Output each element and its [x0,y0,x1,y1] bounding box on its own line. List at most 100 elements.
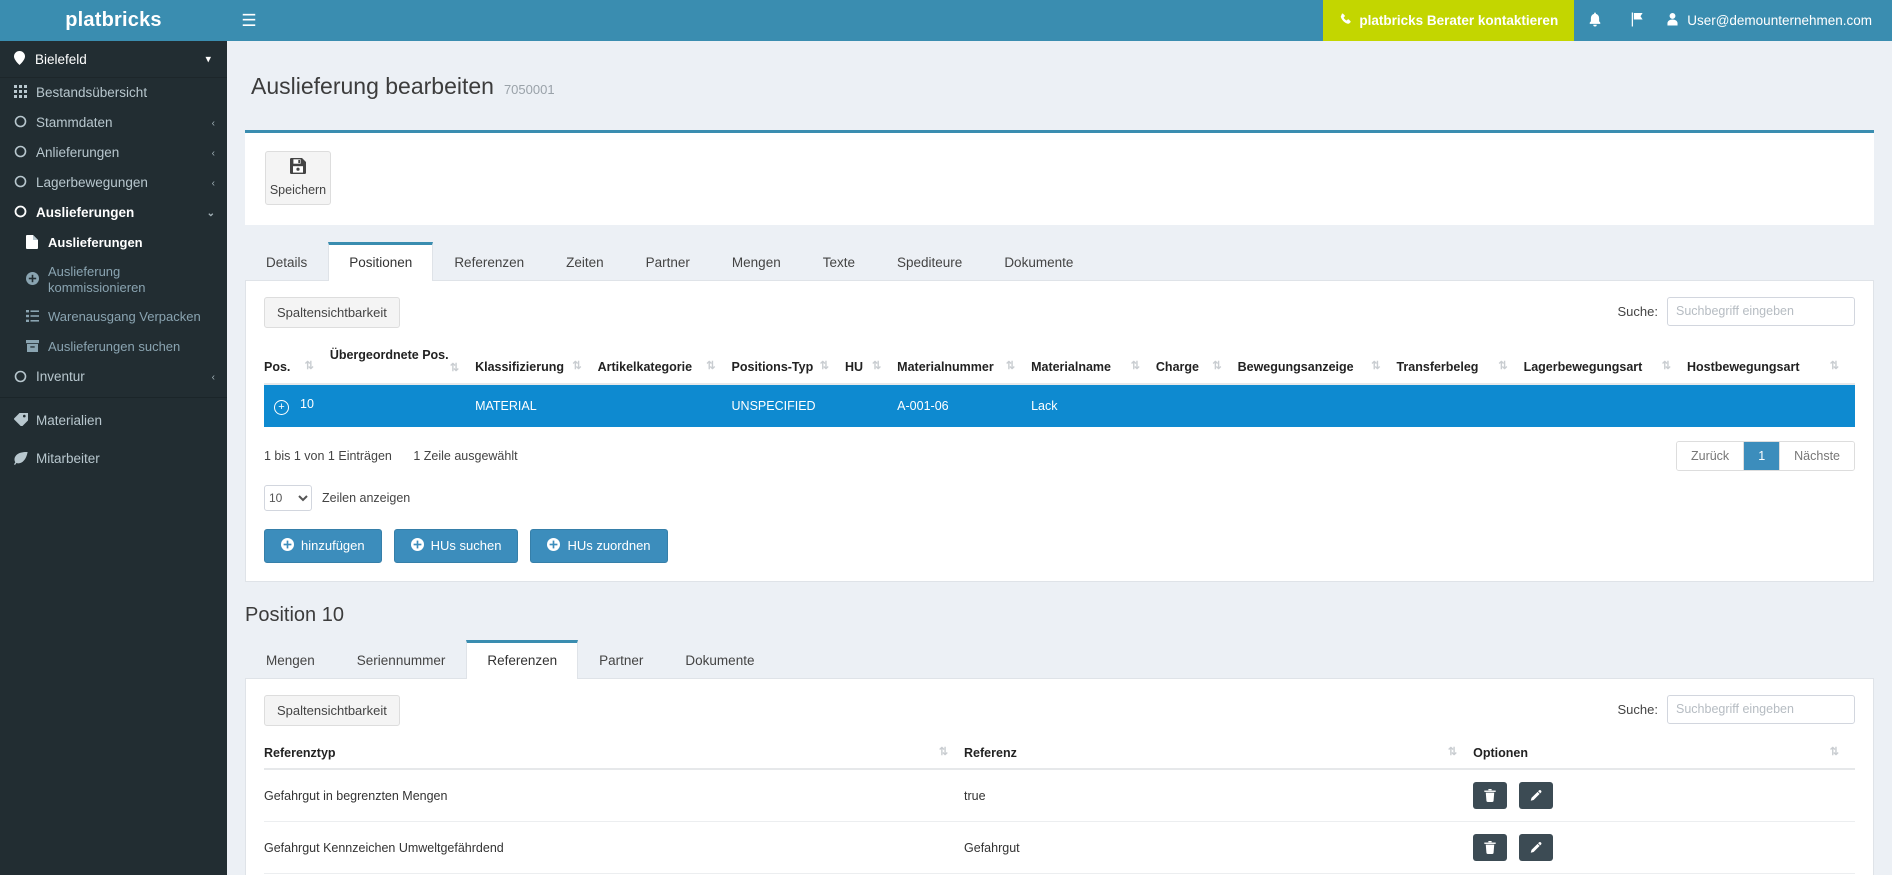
col-positions-typ-label: Positions-Typ [731,360,814,375]
positions-search-input[interactable] [1667,296,1855,326]
tab-zeiten[interactable]: Zeiten [545,242,625,281]
sidebar-subitem-label: Auslieferungen [48,234,143,250]
positions-pagination: Zurück 1 Nächste [1675,440,1855,471]
sidebar-subitem-auslieferungen[interactable]: Auslieferungen [0,228,227,258]
sidebar-item-materialien[interactable]: Materialien [0,402,227,441]
sidebar-item-stammdaten[interactable]: Stammdaten ‹ [0,108,227,138]
save-button[interactable]: Speichern [265,150,331,205]
delete-button[interactable] [1473,834,1508,862]
site-selector[interactable]: Bielefeld ▾ [0,41,227,78]
sidebar-subitem-label: Auslieferungen suchen [48,339,181,355]
pagination-page-1[interactable]: 1 [1744,441,1781,470]
col-klassifizierung-label: Klassifizierung [475,360,564,375]
sidebar-subitem-auslieferung-kommissionieren[interactable]: Auslieferung kommissionieren [0,258,227,303]
sidebar-item-anlieferungen[interactable]: Anlieferungen ‹ [0,138,227,168]
tab-position-seriennummer[interactable]: Seriennummer [336,640,467,679]
sidebar-item-auslieferungen[interactable]: Auslieferungen ⌄ [0,198,227,228]
col-klassifizierung[interactable]: Klassifizierung ⇅ [475,343,598,385]
tab-dokumente[interactable]: Dokumente [983,242,1094,281]
pagination-next[interactable]: Nächste [1780,441,1854,470]
col-optionen[interactable]: Optionen ⇅ [1473,741,1855,771]
tab-spediteure[interactable]: Spediteure [876,242,983,281]
app-root: platbricks Bielefeld ▾ Bestandsübersicht… [0,0,1892,875]
col-pos[interactable]: Pos. ⇅ [264,343,330,385]
search-hus-button[interactable]: HUs suchen [393,528,519,563]
sidebar-item-label: Auslieferungen [36,204,135,220]
positions-search: Suche: [1618,296,1855,326]
col-hu[interactable]: HU ⇅ [844,343,898,385]
expand-row-icon[interactable]: + [274,399,289,415]
col-referenz[interactable]: Referenz ⇅ [964,741,1474,771]
table-row[interactable]: Gefahrgut in begrenzten Mengen true [264,769,1855,823]
positions-header-row: Pos. ⇅ Übergeordnete Pos. ⇅ Klassifizierun… [264,343,1855,385]
col-hostbewegungsart[interactable]: Hostbewegungsart ⇅ [1686,343,1855,385]
tab-position-dokumente[interactable]: Dokumente [664,640,775,679]
tab-position-referenzen[interactable]: Referenzen [466,639,579,679]
table-row[interactable]: Gefahrgut Kennzeichen Umweltgefährdend G… [264,821,1855,875]
main-content: Auslieferung bearbeiten 7050001 Speicher… [227,41,1892,875]
col-positions-typ[interactable]: Positions-Typ ⇅ [731,343,845,385]
contact-advisor-button[interactable]: platbricks Berater kontaktieren [1323,0,1575,41]
hamburger-icon[interactable]: ☰ [227,0,271,41]
col-bewegungsanzeige[interactable]: Bewegungsanzeige ⇅ [1237,343,1397,385]
site-name: Bielefeld [35,51,87,67]
col-referenz-label: Referenz [964,745,1017,760]
sidebar-subitem-label: Auslieferung kommissionieren [48,264,146,296]
references-search: Suche: [1618,694,1855,724]
tab-position-mengen[interactable]: Mengen [245,640,336,679]
delete-button[interactable] [1473,782,1508,810]
col-lagerbewegungsart[interactable]: Lagerbewegungsart ⇅ [1523,343,1687,385]
assign-hus-button[interactable]: HUs zuordnen [530,528,668,563]
sidebar-item-bestandsuebersicht[interactable]: Bestandsübersicht [0,78,227,108]
table-row[interactable]: +10 MATERIAL UNSPECIFIED A-001-06 Lack [264,383,1855,427]
sidebar-item-lagerbewegungen[interactable]: Lagerbewegungen ‹ [0,168,227,198]
column-visibility-button[interactable]: Spaltensichtbarkeit [264,296,400,328]
save-button-label: Speichern [269,183,327,198]
positions-table: Pos. ⇅ Übergeordnete Pos. ⇅ Klassifizierun… [264,343,1855,427]
col-uebergeordnete-pos[interactable]: Übergeordnete Pos. ⇅ [329,343,476,385]
notifications-button[interactable] [1574,0,1616,41]
col-charge[interactable]: Charge ⇅ [1155,343,1238,385]
sidebar-item-mitarbeiter[interactable]: Mitarbeiter [0,440,227,479]
tab-mengen[interactable]: Mengen [711,242,802,281]
position-detail-tabs-wrapper: Mengen Seriennummer Referenzen Partner D… [245,639,1874,875]
tab-referenzen[interactable]: Referenzen [433,242,545,281]
add-position-button[interactable]: hinzufügen [264,528,382,563]
sidebar-item-label: Stammdaten [36,114,113,130]
brand-logo[interactable]: platbricks [0,0,227,41]
pagination-previous[interactable]: Zurück [1676,441,1745,470]
tab-positionen[interactable]: Positionen [328,241,434,281]
col-artikelkategorie[interactable]: Artikelkategorie ⇅ [597,343,732,385]
tab-position-partner[interactable]: Partner [578,640,664,679]
references-search-input[interactable] [1667,694,1855,724]
col-transferbeleg-label: Transferbeleg [1396,360,1479,375]
positions-info: 1 bis 1 von 1 Einträgen 1 Zeile ausgewäh… [264,449,518,463]
tab-partner[interactable]: Partner [625,242,711,281]
edit-button[interactable] [1518,782,1553,810]
edit-button[interactable] [1518,834,1553,862]
location-pin-icon [14,50,25,68]
references-toolbar: Spaltensichtbarkeit Suche: [264,694,1855,726]
assign-hus-label: HUs zuordnen [567,538,651,554]
sort-icon: ⇅ [1005,360,1016,373]
sidebar-item-inventur[interactable]: Inventur ‹ [0,363,227,393]
tab-texte[interactable]: Texte [802,242,876,281]
sidebar-item-label: Bestandsübersicht [36,84,148,100]
page-length-select[interactable]: 10 25 50 100 [264,484,312,511]
col-artikelkategorie-label: Artikelkategorie [597,360,693,375]
user-menu[interactable]: User@demounternehmen.com [1658,0,1892,41]
col-materialnummer[interactable]: Materialnummer ⇅ [897,343,1032,385]
col-transferbeleg[interactable]: Transferbeleg ⇅ [1396,343,1524,385]
sort-icon: ⇅ [572,360,582,373]
chevron-left-icon: ‹ [211,372,215,383]
references-column-visibility-button[interactable]: Spaltensichtbarkeit [264,694,400,726]
sidebar-subitem-auslieferungen-suchen[interactable]: Auslieferungen suchen [0,333,227,363]
flags-button[interactable] [1616,0,1658,41]
tab-details[interactable]: Details [245,242,328,281]
col-materialname[interactable]: Materialname ⇅ [1031,343,1156,385]
sidebar-nav: Bestandsübersicht Stammdaten ‹ Anlieferu… [0,78,227,479]
chevron-down-icon[interactable]: ▾ [205,53,211,66]
col-referenztyp[interactable]: Referenztyp ⇅ [264,741,965,771]
sidebar-subitem-warenausgang-verpacken[interactable]: Warenausgang Verpacken [0,303,227,333]
cell-optionen [1473,769,1855,823]
